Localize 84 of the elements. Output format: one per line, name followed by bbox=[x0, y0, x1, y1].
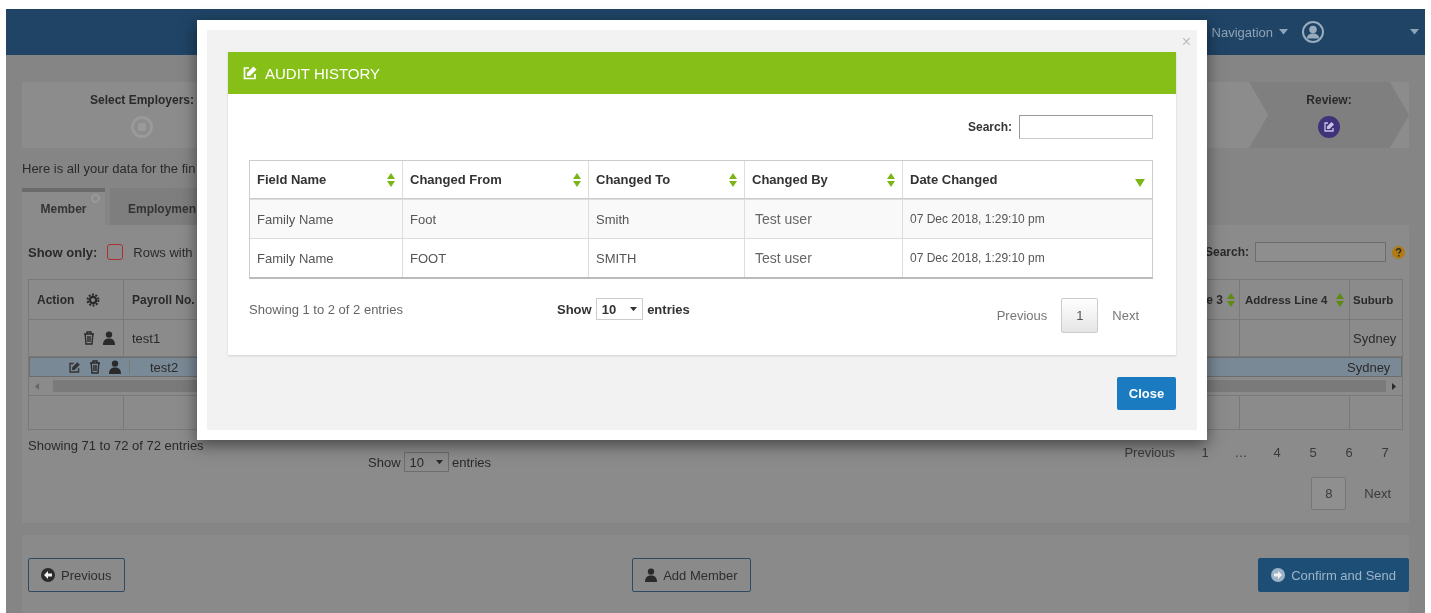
table-cell: Foot bbox=[403, 200, 589, 238]
search-field[interactable] bbox=[1019, 115, 1153, 139]
caret-icon bbox=[1410, 29, 1419, 35]
user-icon bbox=[109, 360, 121, 374]
tab[interactable]: Member bbox=[22, 188, 105, 225]
column-header[interactable]: Suburb bbox=[1350, 280, 1402, 319]
search-label: Search: bbox=[1204, 245, 1249, 259]
table-cell: test1 bbox=[132, 330, 161, 346]
page-link[interactable]: 7 bbox=[1367, 436, 1403, 469]
pagination-ellipsis: … bbox=[1233, 444, 1249, 462]
entries-label: entries bbox=[452, 454, 492, 470]
page-link[interactable]: 5 bbox=[1295, 436, 1331, 469]
table-cell: Test user bbox=[745, 239, 903, 277]
column-header[interactable]: Changed By bbox=[745, 161, 903, 198]
table-cell: SMITH bbox=[589, 239, 745, 277]
user-icon bbox=[645, 568, 658, 582]
show-label: Show bbox=[368, 454, 401, 470]
help-icon bbox=[1392, 245, 1405, 259]
scroll-right-icon bbox=[1392, 382, 1396, 390]
entries-info: Showing 1 to 2 of 2 entries bbox=[249, 301, 404, 317]
add-button[interactable]: Add Member bbox=[632, 558, 751, 592]
table-cell-text: 07 Dec 2018, 1:29:10 pm bbox=[909, 211, 1046, 228]
sort-icon bbox=[387, 172, 395, 187]
page-link[interactable]: 1 bbox=[1187, 436, 1223, 469]
page-link[interactable]: 4 bbox=[1259, 436, 1295, 469]
table-cell: Test user bbox=[745, 200, 903, 238]
sort-icon bbox=[887, 172, 895, 187]
sort-icon bbox=[1227, 292, 1235, 307]
close-button[interactable]: Close bbox=[1117, 377, 1176, 410]
page-size-select[interactable]: 10 bbox=[403, 452, 449, 472]
search-label: Search: bbox=[967, 120, 1012, 134]
page-size-select[interactable]: 10 bbox=[595, 298, 644, 320]
table-cell: Family Name bbox=[250, 239, 403, 277]
edit-icon bbox=[242, 65, 258, 81]
table-cell: Family Name bbox=[250, 200, 403, 238]
column-header[interactable]: Changed To bbox=[589, 161, 745, 198]
column-header[interactable]: Changed From bbox=[403, 161, 589, 198]
navigation-menu[interactable]: Navigation bbox=[1211, 24, 1288, 40]
avatar-icon bbox=[1302, 21, 1324, 43]
sort-icon bbox=[729, 172, 737, 187]
user-icon bbox=[103, 331, 115, 345]
column-header[interactable]: Action bbox=[29, 280, 124, 319]
column-header[interactable]: Field Name bbox=[250, 161, 403, 198]
page-link[interactable]: 8 bbox=[1311, 477, 1347, 510]
back-button[interactable]: Previous bbox=[28, 558, 125, 592]
sort-icon bbox=[573, 172, 581, 187]
confirm-button[interactable]: Confirm and Send bbox=[1258, 558, 1409, 592]
step-label: Review: bbox=[1306, 92, 1352, 107]
table-cell: Smith bbox=[589, 200, 745, 238]
intro-text: Here is all your data for the fin bbox=[22, 160, 197, 178]
column-header[interactable]: Date Changed bbox=[903, 161, 1152, 198]
page-link[interactable]: 6 bbox=[1331, 436, 1367, 469]
trash-icon bbox=[83, 331, 95, 345]
checkbox-label: Rows with bbox=[133, 244, 193, 260]
table-cell-text: 07 Dec 2018, 1:29:10 pm bbox=[909, 250, 1046, 267]
entries-info: Showing 71 to 72 of 72 entries bbox=[28, 437, 205, 455]
sort-icon bbox=[1336, 292, 1344, 307]
caret-icon bbox=[436, 459, 443, 465]
previous-link[interactable]: Previous bbox=[982, 297, 1062, 333]
step-edit-icon bbox=[1318, 115, 1340, 138]
modal-title: AUDIT HISTORY bbox=[265, 64, 381, 82]
table-cell: test2 bbox=[150, 359, 179, 375]
column-header[interactable]: Address Line 4 bbox=[1240, 280, 1350, 319]
next-link[interactable]: Next bbox=[1352, 477, 1403, 510]
page-link[interactable]: 1 bbox=[1061, 297, 1099, 333]
table-cell: FOOT bbox=[403, 239, 589, 277]
checkbox[interactable] bbox=[107, 244, 124, 260]
arrow-right-circle-icon bbox=[1271, 568, 1286, 582]
show-label: Show bbox=[557, 301, 592, 317]
table-cell: Sydney bbox=[1353, 330, 1397, 346]
previous-link[interactable]: Previous bbox=[1112, 436, 1187, 469]
search-field[interactable] bbox=[1255, 242, 1386, 262]
table-cell: Sydney bbox=[1347, 359, 1391, 375]
scroll-left-icon bbox=[35, 382, 39, 390]
step-label: Select Employers: bbox=[89, 92, 194, 107]
trash-icon bbox=[89, 360, 101, 374]
gear-icon bbox=[86, 292, 101, 307]
filter-label: Show only: bbox=[28, 244, 98, 260]
sort-descending-icon bbox=[1135, 178, 1145, 187]
caret-icon bbox=[1279, 29, 1288, 35]
next-link[interactable]: Next bbox=[1098, 297, 1153, 333]
caret-icon bbox=[630, 306, 638, 312]
entries-label: entries bbox=[647, 301, 690, 317]
arrow-left-circle-icon bbox=[41, 568, 55, 582]
